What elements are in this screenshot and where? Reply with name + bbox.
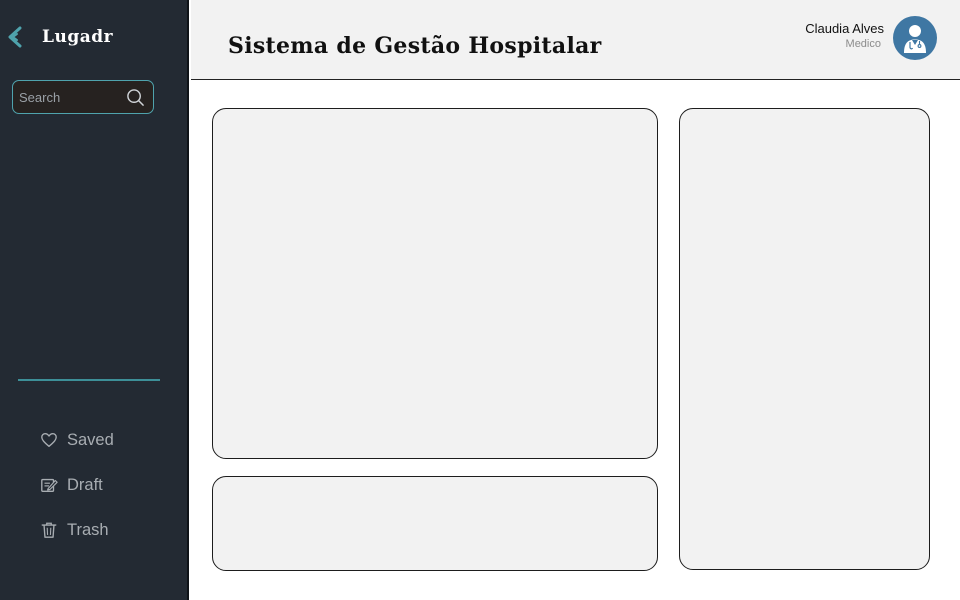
nav-item-draft-label: Draft: [67, 475, 103, 494]
heart-icon: [41, 433, 57, 447]
draft-icon: [41, 478, 58, 492]
nav-item-saved[interactable]: Saved: [40, 428, 114, 452]
trash-icon: [41, 522, 57, 538]
search-box: [12, 80, 154, 114]
sidebar: Lugadr Saved Draft Trash: [0, 0, 189, 600]
nav-item-draft[interactable]: Draft: [40, 473, 103, 497]
main-panel: [212, 108, 658, 459]
sidebar-divider: [18, 379, 160, 381]
brand-name: Lugadr: [42, 27, 114, 47]
bottom-panel: [212, 476, 658, 571]
nav-item-trash[interactable]: Trash: [40, 518, 109, 542]
doctor-avatar-icon: [904, 25, 926, 53]
user-role: Medico: [845, 38, 881, 50]
nav-item-trash-label: Trash: [67, 520, 109, 539]
side-panel: [679, 108, 930, 570]
avatar[interactable]: [893, 16, 937, 60]
page-title: Sistema de Gestão Hospitalar: [228, 33, 602, 59]
search-icon[interactable]: [126, 88, 145, 107]
header: Sistema de Gestão Hospitalar Claudia Alv…: [191, 0, 960, 80]
user-name: Claudia Alves: [805, 21, 884, 36]
nav-item-saved-label: Saved: [67, 430, 114, 449]
brand-logo-icon: [8, 26, 22, 48]
brand[interactable]: Lugadr: [6, 26, 113, 48]
search-input[interactable]: [19, 89, 123, 105]
